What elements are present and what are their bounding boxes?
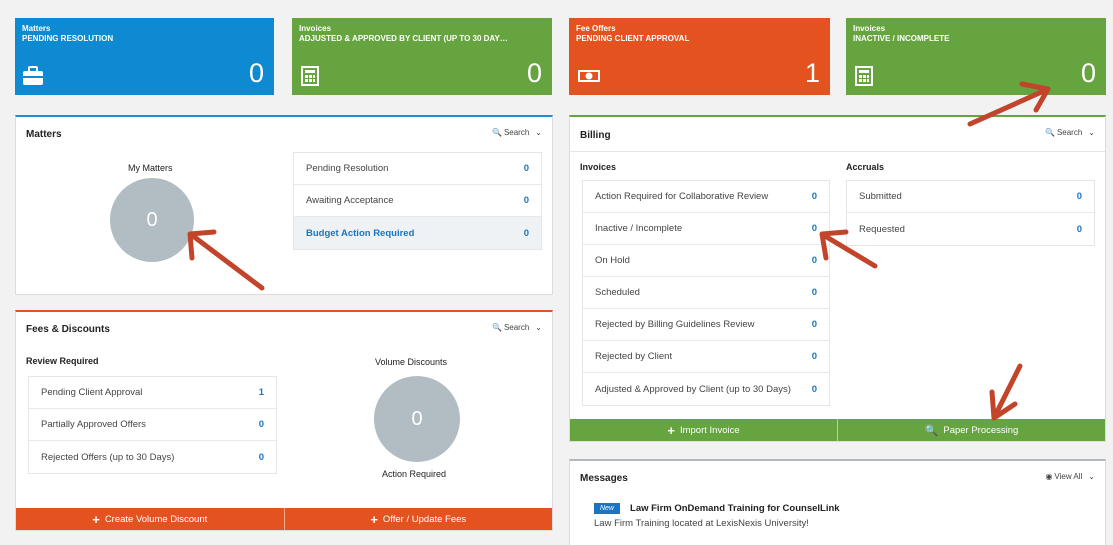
list-item[interactable]: Scheduled 0 <box>583 277 829 309</box>
search-dropdown[interactable]: 🔍 Search ⌄ <box>492 128 542 137</box>
panel-title: Messages <box>580 473 628 484</box>
new-badge: New <box>594 503 621 514</box>
tile-invoices-adjusted[interactable]: Invoices ADJUSTED & APPROVED BY CLIENT (… <box>292 18 552 95</box>
billing-action-bar: + Import Invoice 🔍 Paper Processing <box>570 419 1105 441</box>
briefcase-icon <box>23 66 43 85</box>
list-item[interactable]: Pending Client Approval 1 <box>29 377 276 409</box>
import-invoice-button[interactable]: + Import Invoice <box>570 419 837 441</box>
accruals-label: Accruals <box>846 162 885 172</box>
tile-value: 0 <box>526 58 542 88</box>
plus-icon: + <box>370 511 378 527</box>
list-item[interactable]: Partially Approved Offers 0 <box>29 409 276 441</box>
invoices-label: Invoices <box>580 162 617 172</box>
tile-subtitle: INACTIVE / INCOMPLETE <box>853 34 950 43</box>
tile-subtitle: PENDING CLIENT APPROVAL <box>576 34 690 43</box>
list-item[interactable]: Action Required for Collaborative Review… <box>583 181 829 213</box>
view-all-dropdown[interactable]: ◉ View All ⌄ <box>1045 472 1095 481</box>
search-icon: 🔍 <box>491 128 502 137</box>
list-item[interactable]: Rejected by Client 0 <box>583 341 829 373</box>
accruals-status-list: Submitted 0 Requested 0 <box>846 180 1095 246</box>
list-item[interactable]: Pending Resolution 0 <box>294 153 541 185</box>
volume-discounts-label: Volume Discounts <box>375 357 448 367</box>
search-label: Search <box>503 323 530 332</box>
plus-icon: + <box>92 511 100 527</box>
paper-processing-button[interactable]: 🔍 Paper Processing <box>837 419 1105 441</box>
list-item[interactable]: On Hold 0 <box>583 245 829 277</box>
panel-title: Billing <box>580 130 611 141</box>
action-required-caption: Action Required <box>382 469 447 479</box>
search-icon: 🔍 <box>924 424 939 437</box>
message-body: Law Firm Training located at LexisNexis … <box>594 518 809 529</box>
money-icon <box>578 70 600 82</box>
panel-title: Fees & Discounts <box>26 324 110 335</box>
billing-panel: Billing 🔍 Search ⌄ Invoices Accruals Act… <box>569 115 1106 442</box>
search-label: Search <box>503 128 530 137</box>
tile-value: 0 <box>248 58 264 88</box>
tile-subtitle: ADJUSTED & APPROVED BY CLIENT (UP TO 30 … <box>299 34 508 43</box>
invoices-status-list: Action Required for Collaborative Review… <box>582 180 830 406</box>
chevron-down-icon: ⌄ <box>535 128 542 137</box>
chevron-down-icon: ⌄ <box>1088 472 1095 481</box>
view-all-label: View All <box>1054 472 1083 481</box>
search-dropdown[interactable]: 🔍 Search ⌄ <box>492 323 542 332</box>
binoculars-icon: ◉ <box>1045 472 1053 481</box>
fees-action-bar: + Create Volume Discount + Offer / Updat… <box>16 508 552 530</box>
fees-discounts-panel: Fees & Discounts 🔍 Search ⌄ Review Requi… <box>15 310 553 531</box>
volume-discounts-count[interactable]: 0 <box>374 376 460 462</box>
review-required-list: Pending Client Approval 1 Partially Appro… <box>28 376 277 474</box>
message-headline[interactable]: Law Firm OnDemand Training for CounselLi… <box>630 503 840 514</box>
search-icon: 🔍 <box>1044 128 1055 137</box>
tile-matters-pending[interactable]: Matters PENDING RESOLUTION 0 <box>15 18 274 95</box>
list-item[interactable]: Awaiting Acceptance 0 <box>294 185 541 217</box>
tile-title: Fee Offers <box>576 24 616 33</box>
tile-title: Invoices <box>299 24 332 33</box>
tile-invoices-inactive[interactable]: Invoices INACTIVE / INCOMPLETE 0 <box>846 18 1106 95</box>
search-icon: 🔍 <box>491 323 502 332</box>
messages-panel: Messages ◉ View All ⌄ New Law Firm OnDem… <box>569 459 1106 545</box>
matters-panel: Matters 🔍 Search ⌄ My Matters 0 Pending … <box>15 115 553 295</box>
tile-value: 1 <box>804 58 820 88</box>
calculator-icon <box>855 66 873 86</box>
matters-status-list: Pending Resolution 0 Awaiting Acceptance 0… <box>293 152 542 250</box>
create-volume-discount-button[interactable]: + Create Volume Discount <box>16 508 284 530</box>
calculator-icon <box>301 66 319 86</box>
list-item[interactable]: Requested 0 <box>847 213 1094 245</box>
search-dropdown[interactable]: 🔍 Search ⌄ <box>1045 128 1095 137</box>
chevron-down-icon: ⌄ <box>1088 128 1095 137</box>
message-item[interactable]: New Law Firm OnDemand Training for Couns… <box>594 503 840 529</box>
panel-title: Matters <box>26 129 62 140</box>
list-item[interactable]: Rejected Offers (up to 30 Days) 0 <box>29 441 276 473</box>
review-required-label: Review Required <box>26 356 99 366</box>
list-item[interactable]: Submitted 0 <box>847 181 1094 213</box>
chevron-down-icon: ⌄ <box>535 323 542 332</box>
list-item[interactable]: Rejected by Billing Guidelines Review 0 <box>583 309 829 341</box>
offer-update-fees-button[interactable]: + Offer / Update Fees <box>283 508 553 530</box>
tile-value: 0 <box>1080 58 1096 88</box>
list-item[interactable]: Budget Action Required 0 <box>294 217 541 249</box>
list-item[interactable]: Adjusted & Approved by Client (up to 30 … <box>583 373 829 405</box>
tile-title: Matters <box>22 24 51 33</box>
search-label: Search <box>1056 128 1083 137</box>
my-matters-count[interactable]: 0 <box>110 178 194 262</box>
plus-icon: + <box>667 422 675 438</box>
tile-subtitle: PENDING RESOLUTION <box>22 34 114 43</box>
list-item[interactable]: Inactive / Incomplete 0 <box>583 213 829 245</box>
tile-fee-offers-pending[interactable]: Fee Offers PENDING CLIENT APPROVAL 1 <box>569 18 830 95</box>
tile-title: Invoices <box>853 24 886 33</box>
divider <box>570 151 1105 152</box>
my-matters-label: My Matters <box>128 163 173 173</box>
